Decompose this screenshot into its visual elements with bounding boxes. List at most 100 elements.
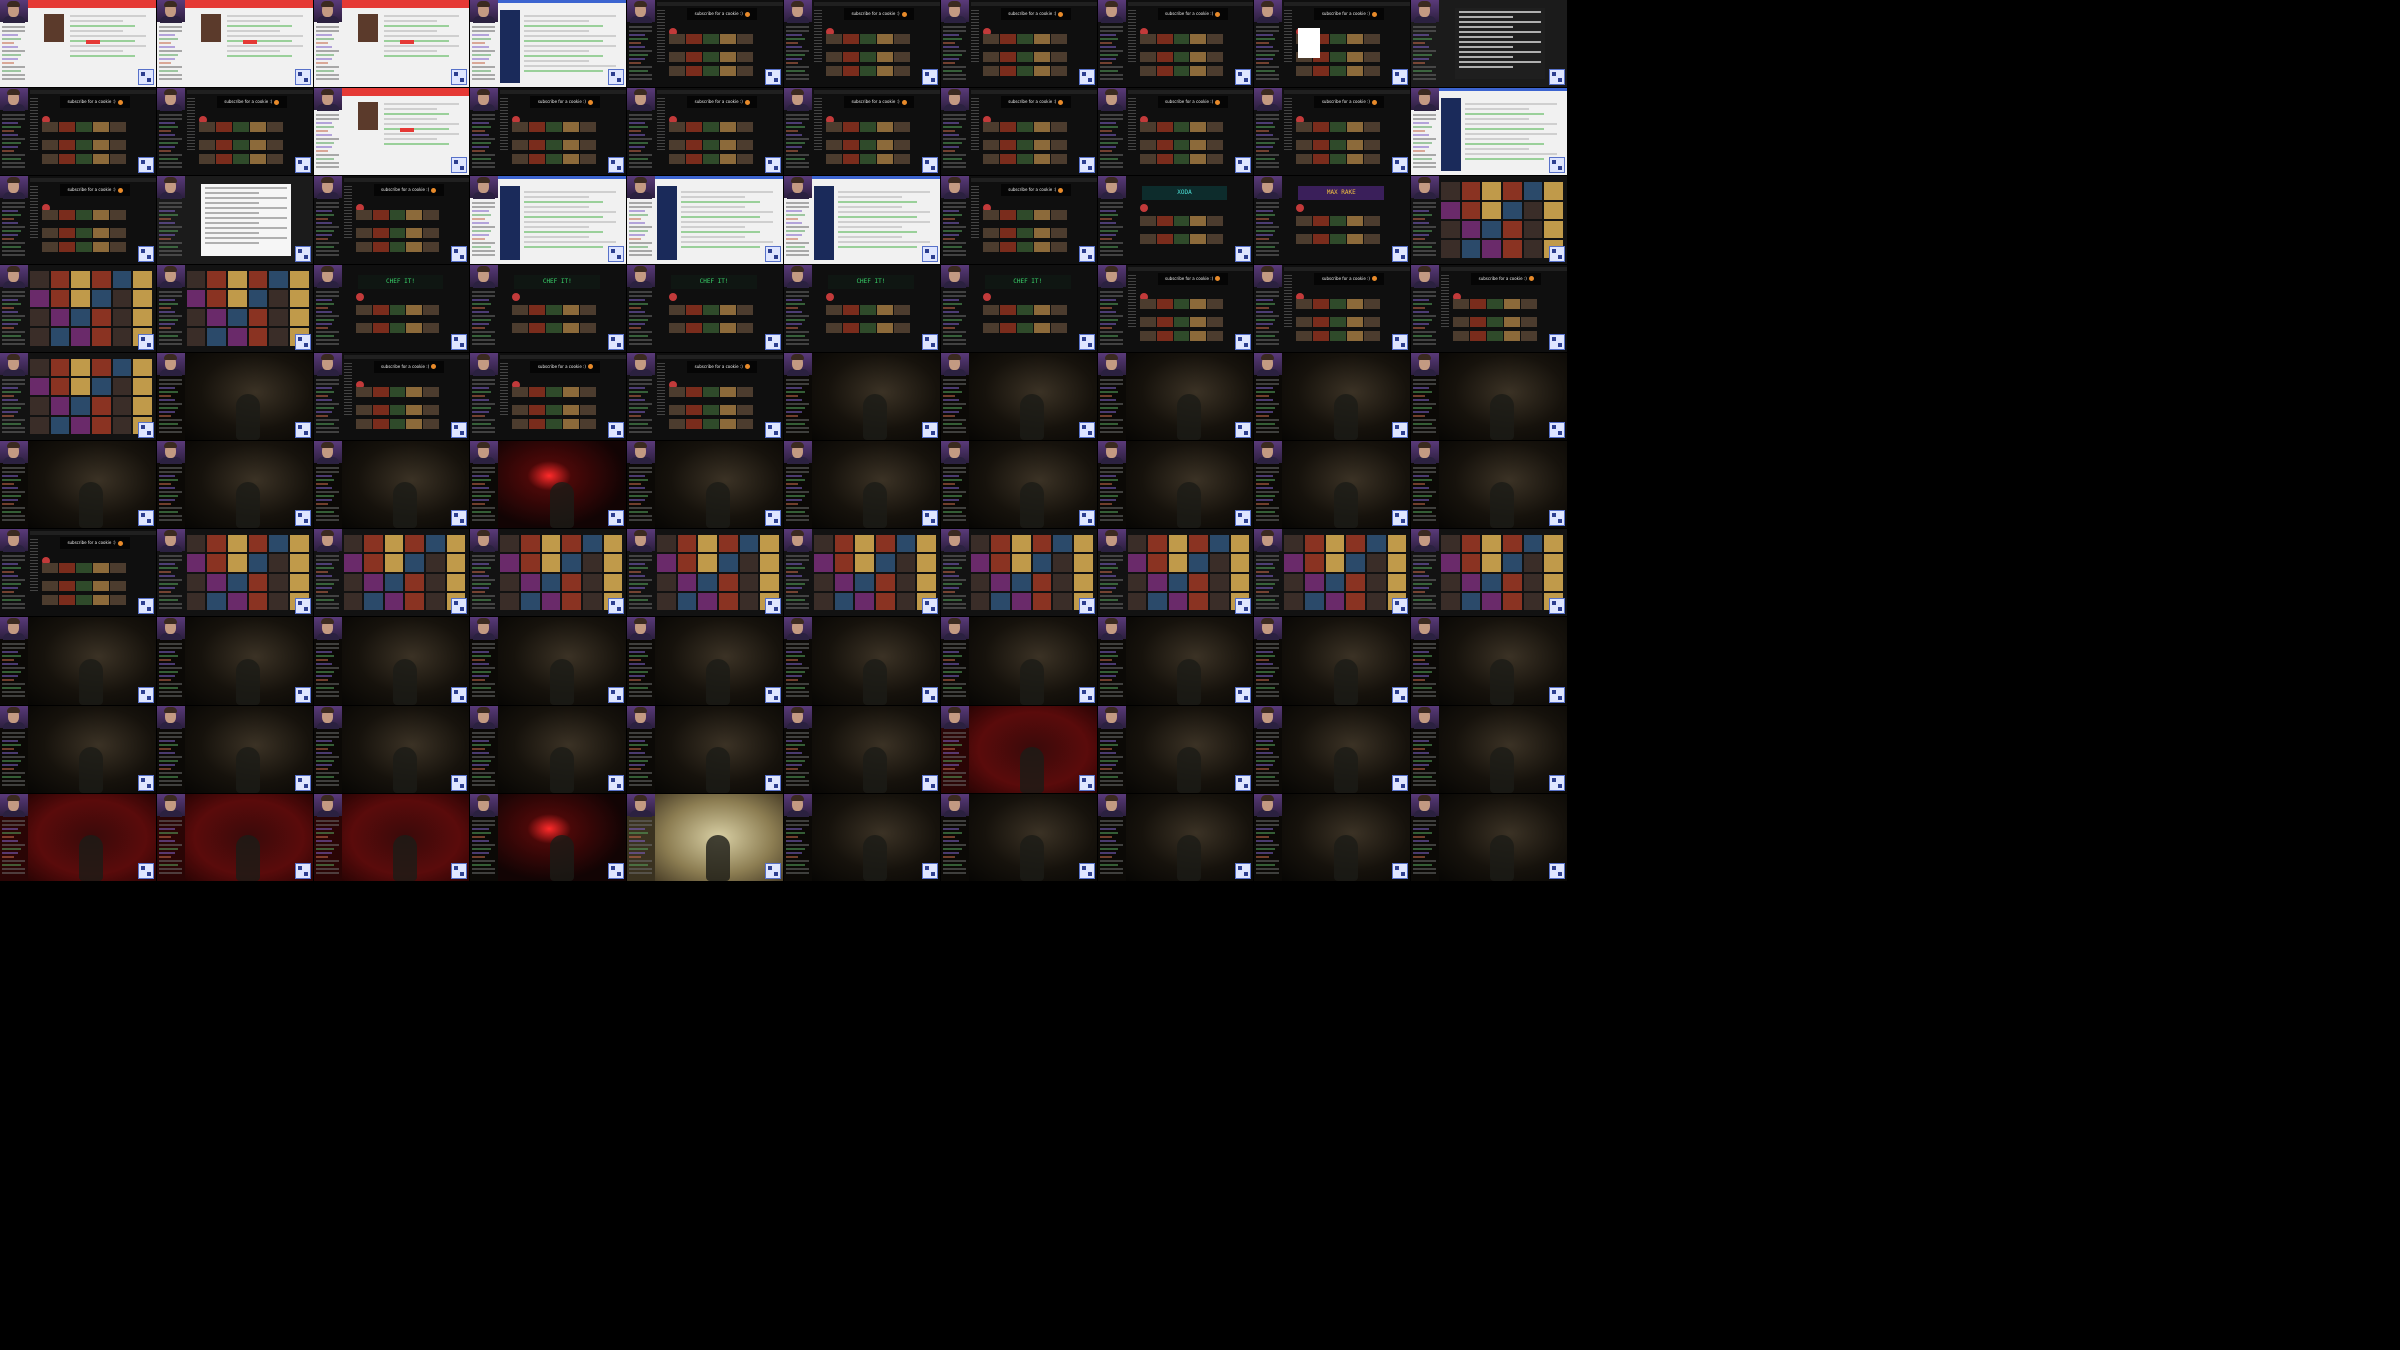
video-thumbnail[interactable]	[1330, 34, 1347, 44]
video-thumbnail[interactable]	[686, 66, 703, 76]
mosaic-thumbnail[interactable]	[364, 554, 383, 572]
video-thumbnail[interactable]	[1521, 330, 1537, 341]
video-thumbnail[interactable]	[215, 122, 232, 133]
mosaic-thumbnail[interactable]	[91, 416, 111, 434]
video-thumbnail[interactable]	[198, 154, 215, 165]
mosaic-thumbnail[interactable]	[1503, 554, 1522, 572]
video-thumbnail[interactable]	[1313, 66, 1330, 76]
video-thumbnail[interactable]	[1453, 298, 1470, 309]
video-thumbnail[interactable]	[893, 52, 910, 62]
video-thumbnail[interactable]	[355, 418, 372, 429]
video-thumbnail[interactable]	[1139, 234, 1156, 245]
video-thumbnail[interactable]	[999, 228, 1016, 239]
video-thumbnail[interactable]	[737, 122, 753, 133]
video-thumbnail[interactable]	[842, 34, 859, 44]
mosaic-thumbnail[interactable]	[1053, 554, 1072, 572]
video-thumbnail[interactable]	[512, 386, 529, 397]
video-thumbnail[interactable]	[42, 595, 58, 606]
video-thumbnail[interactable]	[669, 404, 686, 415]
video-thumbnail[interactable]	[703, 140, 720, 151]
video-thumbnail[interactable]	[512, 304, 529, 315]
video-thumbnail[interactable]	[669, 122, 686, 133]
video-thumbnail[interactable]	[669, 52, 686, 62]
video-thumbnail[interactable]	[1033, 228, 1050, 239]
video-thumbnail[interactable]	[982, 52, 999, 62]
action-button[interactable]	[399, 40, 414, 44]
video-thumbnail[interactable]	[720, 304, 736, 315]
mosaic-thumbnail[interactable]	[991, 535, 1011, 553]
mosaic-thumbnail[interactable]	[289, 573, 309, 592]
video-thumbnail[interactable]	[720, 418, 736, 429]
video-thumbnail[interactable]	[1330, 316, 1347, 327]
video-thumbnail[interactable]	[75, 154, 92, 165]
mosaic-thumbnail[interactable]	[343, 573, 363, 592]
mosaic-thumbnail[interactable]	[1148, 535, 1167, 553]
video-thumbnail[interactable]	[686, 404, 703, 415]
video-thumbnail[interactable]	[563, 386, 580, 397]
video-thumbnail[interactable]	[982, 210, 999, 221]
mosaic-thumbnail[interactable]	[1387, 573, 1407, 592]
video-thumbnail[interactable]	[1139, 330, 1156, 341]
video-thumbnail[interactable]	[737, 404, 753, 415]
video-thumbnail[interactable]	[1504, 330, 1520, 341]
video-thumbnail[interactable]	[876, 122, 893, 133]
mosaic-thumbnail[interactable]	[603, 535, 623, 553]
mosaic-thumbnail[interactable]	[50, 397, 70, 415]
mosaic-thumbnail[interactable]	[71, 328, 90, 346]
video-thumbnail[interactable]	[1190, 52, 1207, 62]
video-thumbnail[interactable]	[355, 322, 372, 333]
video-thumbnail[interactable]	[1190, 234, 1207, 245]
video-thumbnail[interactable]	[1453, 330, 1470, 341]
mosaic-thumbnail[interactable]	[186, 535, 206, 553]
video-thumbnail[interactable]	[1296, 216, 1313, 227]
video-thumbnail[interactable]	[703, 386, 720, 397]
mosaic-thumbnail[interactable]	[343, 554, 363, 572]
video-thumbnail[interactable]	[1139, 316, 1156, 327]
video-thumbnail[interactable]	[1347, 316, 1364, 327]
video-thumbnail[interactable]	[580, 386, 597, 397]
mosaic-thumbnail[interactable]	[133, 289, 152, 308]
video-thumbnail[interactable]	[720, 322, 736, 333]
mosaic-thumbnail[interactable]	[814, 554, 833, 572]
video-thumbnail[interactable]	[720, 140, 736, 151]
video-thumbnail[interactable]	[999, 154, 1016, 165]
video-thumbnail[interactable]	[1156, 66, 1173, 76]
mosaic-thumbnail[interactable]	[30, 309, 49, 327]
video-thumbnail[interactable]	[406, 304, 423, 315]
video-thumbnail[interactable]	[982, 34, 999, 44]
video-thumbnail[interactable]	[893, 66, 910, 76]
mosaic-thumbnail[interactable]	[875, 593, 895, 611]
mosaic-thumbnail[interactable]	[50, 289, 70, 308]
video-thumbnail[interactable]	[389, 418, 406, 429]
mosaic-thumbnail[interactable]	[1482, 573, 1502, 592]
video-thumbnail[interactable]	[423, 228, 440, 239]
video-thumbnail[interactable]	[686, 122, 703, 133]
mosaic-thumbnail[interactable]	[582, 573, 602, 592]
mosaic-thumbnail[interactable]	[426, 535, 445, 553]
video-thumbnail[interactable]	[842, 66, 859, 76]
mosaic-thumbnail[interactable]	[1482, 535, 1502, 553]
video-thumbnail[interactable]	[92, 242, 109, 253]
video-thumbnail[interactable]	[1470, 298, 1487, 309]
mosaic-thumbnail[interactable]	[1441, 554, 1460, 572]
mosaic-thumbnail[interactable]	[289, 535, 309, 553]
mosaic-thumbnail[interactable]	[1305, 573, 1324, 592]
video-thumbnail[interactable]	[999, 140, 1016, 151]
video-thumbnail[interactable]	[42, 242, 58, 253]
mosaic-thumbnail[interactable]	[1032, 593, 1052, 611]
mosaic-thumbnail[interactable]	[1346, 573, 1365, 592]
mosaic-thumbnail[interactable]	[1127, 535, 1147, 553]
video-thumbnail[interactable]	[372, 304, 389, 315]
video-thumbnail[interactable]	[1033, 122, 1050, 133]
video-thumbnail[interactable]	[669, 140, 686, 151]
video-thumbnail[interactable]	[1296, 330, 1313, 341]
video-thumbnail[interactable]	[876, 304, 893, 315]
video-thumbnail[interactable]	[893, 122, 910, 133]
mosaic-thumbnail[interactable]	[91, 378, 111, 396]
video-thumbnail[interactable]	[58, 595, 75, 606]
mosaic-thumbnail[interactable]	[1366, 573, 1386, 592]
video-thumbnail[interactable]	[1364, 234, 1381, 245]
mosaic-thumbnail[interactable]	[500, 573, 520, 592]
video-thumbnail[interactable]	[1139, 66, 1156, 76]
video-thumbnail[interactable]	[42, 154, 58, 165]
